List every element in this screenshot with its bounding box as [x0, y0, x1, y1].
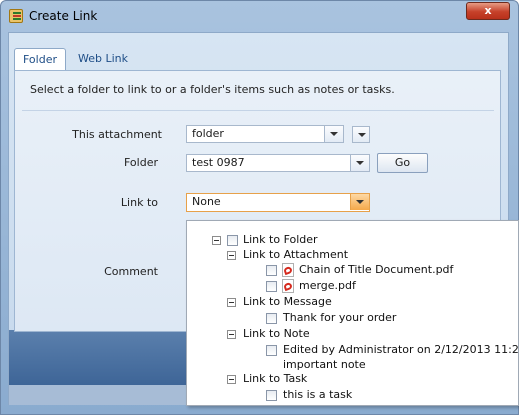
tree-item-this-is-a-task[interactable]: this is a task: [283, 388, 352, 402]
checkbox[interactable]: [266, 313, 277, 324]
tree-node-link-to-task[interactable]: Link to Task: [243, 372, 307, 386]
collapse-icon[interactable]: [212, 236, 221, 245]
tree-item-thank-for-your-order[interactable]: Thank for your order: [283, 311, 396, 325]
collapse-icon[interactable]: [227, 251, 236, 260]
tree-item-edited-by-administrator[interactable]: Edited by Administrator on 2/12/2013 11:…: [283, 343, 518, 357]
title-bar[interactable]: Create Link x: [1, 1, 518, 31]
attachment-value: folder: [192, 127, 224, 140]
attachment-select[interactable]: folder: [186, 125, 344, 143]
checkbox[interactable]: [227, 235, 238, 246]
instruction-text: Select a folder to link to or a folder's…: [30, 83, 395, 96]
checkbox[interactable]: [266, 281, 277, 292]
collapse-icon[interactable]: [227, 375, 236, 384]
tree-node-link-to-folder[interactable]: Link to Folder: [243, 233, 318, 247]
link-to-label: Link to: [120, 196, 158, 209]
checkbox[interactable]: [266, 345, 277, 356]
attachment-label: This attachment: [72, 128, 162, 141]
tab-folder[interactable]: Folder: [14, 48, 66, 71]
attachment-dropdown-button[interactable]: [352, 126, 370, 143]
chevron-down-icon[interactable]: [350, 194, 369, 210]
folder-select[interactable]: test 0987: [186, 154, 370, 172]
link-to-value: None: [192, 195, 221, 208]
pdf-file-icon: [282, 279, 294, 293]
link-to-dropdown: Link to Folder Link to Attachment Chain …: [186, 220, 519, 406]
tree-item-chain-of-title[interactable]: Chain of Title Document.pdf: [299, 263, 453, 277]
tree-node-link-to-message[interactable]: Link to Message: [243, 295, 332, 309]
tree-item-important-note[interactable]: important note: [283, 358, 366, 372]
tab-web-link[interactable]: Web Link: [70, 48, 136, 70]
folder-value: test 0987: [192, 156, 245, 169]
tree-item-merge-pdf[interactable]: merge.pdf: [299, 279, 356, 293]
divider: [22, 110, 494, 111]
window-title: Create Link: [29, 9, 98, 23]
checkbox[interactable]: [266, 265, 277, 276]
checkbox[interactable]: [266, 390, 277, 401]
close-button[interactable]: x: [466, 2, 510, 20]
chevron-down-icon[interactable]: [324, 126, 343, 142]
collapse-icon[interactable]: [227, 298, 236, 307]
create-link-app-icon: [9, 9, 23, 23]
chevron-down-icon[interactable]: [350, 155, 369, 171]
folder-label: Folder: [124, 156, 158, 169]
tree-node-link-to-attachment[interactable]: Link to Attachment: [243, 248, 348, 262]
go-button[interactable]: Go: [377, 153, 428, 173]
link-to-select[interactable]: None: [186, 193, 370, 212]
pdf-file-icon: [282, 263, 294, 277]
tree-node-link-to-note[interactable]: Link to Note: [243, 327, 310, 341]
collapse-icon[interactable]: [227, 330, 236, 339]
comment-label: Comment: [104, 265, 158, 278]
